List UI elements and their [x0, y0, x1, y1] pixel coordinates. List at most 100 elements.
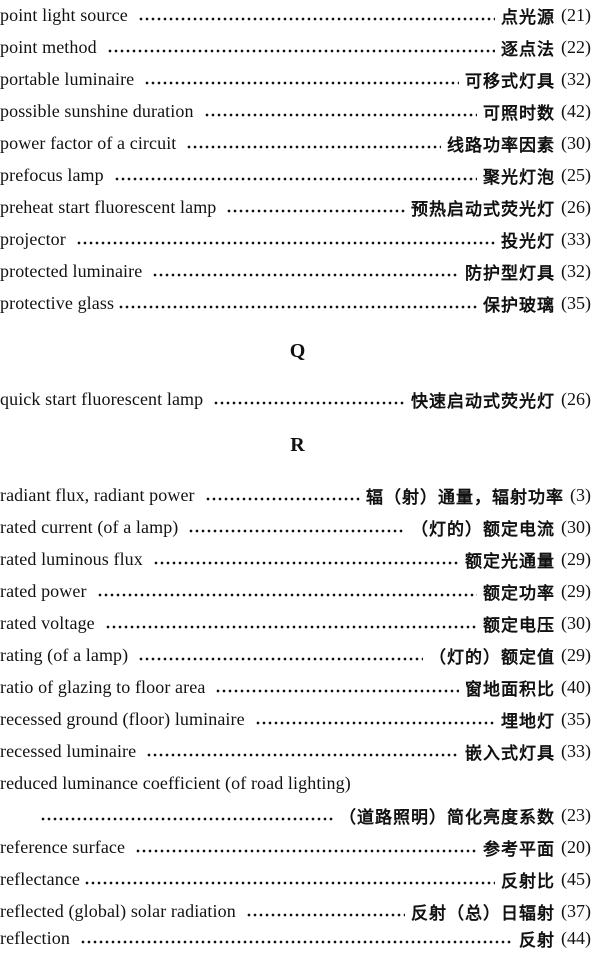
leader-dots [213, 399, 405, 407]
entry-translation: 窗地面积比 [465, 679, 555, 700]
entry-page: (42) [561, 100, 591, 121]
entry-translation: 辐（射）通量，辐射功率 [366, 487, 564, 508]
leader-dots [75, 239, 495, 247]
entry-term: prefocus lamp [0, 164, 104, 185]
glossary-entry: rating (of a lamp) （灯的）额定值 (29) [0, 640, 595, 670]
leader-dots [254, 719, 495, 727]
glossary-entry: reflectance 反射比 (45) [0, 864, 595, 894]
entry-page: (22) [561, 36, 591, 57]
leader-dots [144, 79, 459, 87]
entry-translation: 点光源 [501, 7, 555, 28]
entry-translation: 逐点法 [501, 39, 555, 60]
glossary-entry: reflected (global) solar radiation 反射（总）… [0, 896, 595, 926]
entry-term: projector [0, 228, 66, 249]
entry-translation: 参考平面 [483, 839, 555, 860]
leader-dots [226, 207, 405, 215]
entry-translation: 线路功率因素 [447, 135, 555, 156]
entry-translation: 聚光灯泡 [483, 167, 555, 188]
glossary-entry: portable luminaire 可移式灯具 (32) [0, 64, 595, 94]
entry-translation: 嵌入式灯具 [465, 743, 555, 764]
entry-page: (37) [561, 900, 591, 921]
entry-term: point method [0, 36, 97, 57]
entry-translation: 预热启动式荧光灯 [411, 199, 555, 220]
entry-term: possible sunshine duration [0, 100, 194, 121]
leader-dots [79, 938, 513, 946]
leader-dots [84, 879, 495, 887]
entry-term: quick start fluorescent lamp [0, 388, 204, 409]
leader-dots [96, 591, 477, 599]
entry-page: (30) [561, 612, 591, 633]
entry-term: ratio of glazing to floor area [0, 676, 206, 697]
entry-page: (25) [561, 164, 591, 185]
entry-page: (23) [561, 804, 591, 825]
leader-dots [146, 751, 459, 759]
glossary-entry: point light source 点光源 (21) [0, 0, 595, 30]
glossary-entry: recessed ground (floor) luminaire 埋地灯 (3… [0, 704, 595, 734]
entry-page: (29) [561, 644, 591, 665]
entry-page: (45) [561, 868, 591, 889]
entry-page: (32) [561, 260, 591, 281]
entry-page: (33) [561, 228, 591, 249]
entry-page: (35) [561, 292, 591, 313]
entry-translation: 反射（总）日辐射 [411, 903, 555, 924]
entry-translation: 额定电压 [483, 615, 555, 636]
entry-translation: 可照时数 [483, 103, 555, 124]
entry-page: (26) [561, 388, 591, 409]
leader-dots [204, 495, 360, 503]
entry-translation: （道路照明）简化亮度系数 [339, 807, 555, 828]
glossary-entry: rated voltage 额定电压 (30) [0, 608, 595, 638]
glossary-page: point light source 点光源 (21) point method… [0, 0, 595, 953]
glossary-entry: protective glass 保护玻璃 (35) [0, 288, 595, 318]
section-heading-r: R [290, 434, 305, 456]
entry-translation: 埋地灯 [501, 711, 555, 732]
leader-dots [203, 111, 477, 119]
entry-term: protected luminaire [0, 260, 143, 281]
entry-page: (30) [561, 132, 591, 153]
entry-translation: 保护玻璃 [483, 295, 555, 316]
entry-translation: 额定功率 [483, 583, 555, 604]
entry-term: reflected (global) solar radiation [0, 900, 236, 921]
entry-term: protective glass [0, 292, 115, 313]
glossary-entry: possible sunshine duration 可照时数 (42) [0, 96, 595, 126]
entry-page: (3) [570, 484, 591, 505]
glossary-entry: rated luminous flux 额定光通量 (29) [0, 544, 595, 574]
entry-page: (33) [561, 740, 591, 761]
glossary-entry: reference surface 参考平面 (20) [0, 832, 595, 862]
leader-dots [135, 847, 477, 855]
entry-translation: 可移式灯具 [465, 71, 555, 92]
glossary-entry: prefocus lamp 聚光灯泡 (25) [0, 160, 595, 190]
glossary-entry: reflection 反射 (44) [0, 923, 595, 953]
entry-term: recessed luminaire [0, 740, 137, 761]
leader-dots [138, 655, 423, 663]
entry-term: point light source [0, 4, 128, 25]
leader-dots [215, 687, 459, 695]
leader-dots [40, 815, 333, 823]
entry-translation: （灯的）额定电流 [411, 519, 555, 540]
glossary-entry: radiant flux, radiant power 辐（射）通量，辐射功率 … [0, 480, 595, 510]
entry-page: (44) [561, 927, 591, 948]
glossary-entry: recessed luminaire 嵌入式灯具 (33) [0, 736, 595, 766]
glossary-entry: ratio of glazing to floor area 窗地面积比 (40… [0, 672, 595, 702]
glossary-entry: power factor of a circuit 线路功率因素 (30) [0, 128, 595, 158]
entry-term: reflectance [0, 868, 81, 889]
entry-term: rated voltage [0, 612, 95, 633]
glossary-entry-translation-line: （道路照明）简化亮度系数 (23) [0, 800, 595, 830]
entry-page: (29) [561, 548, 591, 569]
glossary-entry: preheat start fluorescent lamp 预热启动式荧光灯 … [0, 192, 595, 222]
entry-page: (40) [561, 676, 591, 697]
entry-term: rated power [0, 580, 87, 601]
entry-term: reference surface [0, 836, 126, 857]
entry-term: reflection [0, 927, 70, 948]
entry-term: rated current (of a lamp) [0, 516, 179, 537]
entry-term: portable luminaire [0, 68, 135, 89]
glossary-entry: projector 投光灯 (33) [0, 224, 595, 254]
entry-page: (21) [561, 4, 591, 25]
leader-dots [245, 911, 405, 919]
glossary-entry: quick start fluorescent lamp 快速启动式荧光灯 (2… [0, 384, 595, 414]
entry-page: (35) [561, 708, 591, 729]
entry-term: preheat start fluorescent lamp [0, 196, 217, 217]
leader-dots [118, 303, 477, 311]
entry-term: rated luminous flux [0, 548, 143, 569]
leader-dots [137, 15, 495, 23]
leader-dots [104, 623, 477, 631]
